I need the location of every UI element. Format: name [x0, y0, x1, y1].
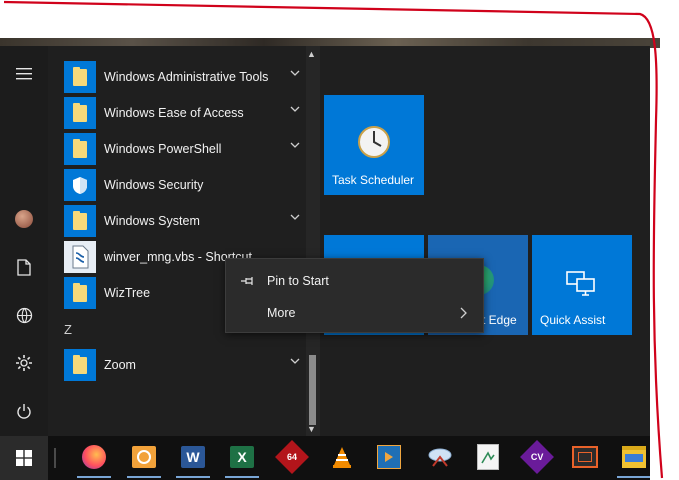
pictures-icon[interactable] — [0, 295, 48, 335]
firefox-icon[interactable] — [79, 442, 109, 472]
vlc-icon[interactable] — [327, 442, 357, 472]
word-running-indicator — [176, 476, 210, 478]
folder-icon — [64, 205, 96, 237]
folder-icon — [64, 277, 96, 309]
windows-logo-icon — [16, 450, 32, 466]
monitors-icon — [566, 271, 595, 296]
more-item[interactable]: More — [226, 297, 483, 329]
badge-cv: CV — [530, 451, 544, 462]
clock-icon — [358, 126, 390, 158]
app-list: Windows Administrative Tools Windows Eas… — [48, 46, 306, 436]
app-label: Windows System — [104, 214, 200, 228]
folder-icon — [64, 133, 96, 165]
scroll-down-icon[interactable]: ▼ — [307, 424, 316, 434]
firefox-running-indicator — [77, 476, 111, 478]
settings-icon[interactable] — [0, 343, 48, 383]
file-explorer-icon[interactable] — [619, 442, 649, 472]
more-label: More — [267, 306, 296, 320]
tile-quick-assist[interactable]: Quick Assist — [532, 235, 632, 335]
tile-label: Task Scheduler — [332, 173, 415, 187]
tile-label: Quick Assist — [540, 313, 606, 327]
scroll-thumb[interactable] — [309, 355, 316, 425]
list-item[interactable]: Windows Administrative Tools — [64, 59, 306, 95]
pin-to-start-item[interactable]: Pin to Start — [226, 265, 483, 297]
taskbar-separator — [54, 448, 56, 468]
start-left-rail — [0, 46, 48, 436]
chevron-down-icon[interactable] — [290, 70, 300, 76]
hamburger-icon[interactable] — [0, 54, 48, 94]
app-label: WizTree — [104, 286, 151, 300]
excel-running-indicator — [225, 476, 259, 478]
folder-icon — [64, 349, 96, 381]
badge-64: 64 — [286, 451, 298, 462]
chevron-right-icon — [460, 307, 467, 319]
outlook-icon[interactable] — [129, 442, 159, 472]
snipping-icon[interactable] — [425, 442, 455, 472]
shield-icon — [64, 169, 96, 201]
app-64-icon[interactable]: 64 — [275, 440, 309, 474]
user-avatar[interactable] — [0, 199, 48, 239]
chevron-down-icon[interactable] — [290, 214, 300, 220]
presentation-icon[interactable] — [570, 442, 600, 472]
outlook-running-indicator — [127, 476, 161, 478]
app-label: Zoom — [104, 358, 136, 372]
app-label: Windows Security — [104, 178, 204, 192]
list-item[interactable]: Windows Ease of Access — [64, 95, 306, 131]
scroll-up-icon[interactable]: ▲ — [307, 49, 316, 59]
pin-icon — [241, 277, 253, 285]
chevron-down-icon[interactable] — [290, 106, 300, 112]
power-icon[interactable] — [0, 391, 48, 431]
app-label: Windows Ease of Access — [104, 106, 244, 120]
chevron-down-icon[interactable] — [290, 358, 300, 364]
script-file-icon — [64, 241, 96, 273]
explorer-running-indicator — [617, 476, 650, 478]
chevron-down-icon[interactable] — [290, 142, 300, 148]
media-player-icon[interactable] — [374, 442, 404, 472]
pin-to-start-label: Pin to Start — [267, 274, 329, 288]
list-item[interactable]: Windows Security — [64, 167, 306, 203]
word-icon[interactable]: W — [178, 442, 208, 472]
excel-icon[interactable]: X — [227, 442, 257, 472]
folder-icon — [64, 97, 96, 129]
tile-label: t Edge — [482, 313, 517, 327]
cv-icon[interactable]: CV — [520, 440, 554, 474]
notepad-icon[interactable] — [473, 442, 503, 472]
document-icon[interactable] — [0, 247, 48, 287]
list-item[interactable]: Windows PowerShell — [64, 131, 306, 167]
app-label: Windows Administrative Tools — [104, 70, 269, 84]
context-menu: Pin to Start More — [225, 258, 484, 333]
group-header-z[interactable]: Z — [64, 322, 72, 337]
app-label: Windows PowerShell — [104, 142, 222, 156]
list-item[interactable]: Windows System — [64, 203, 306, 239]
tile-task-scheduler[interactable]: Task Scheduler — [324, 95, 424, 195]
folder-icon — [64, 61, 96, 93]
list-item[interactable]: Zoom — [64, 347, 306, 383]
start-button[interactable] — [0, 436, 48, 480]
